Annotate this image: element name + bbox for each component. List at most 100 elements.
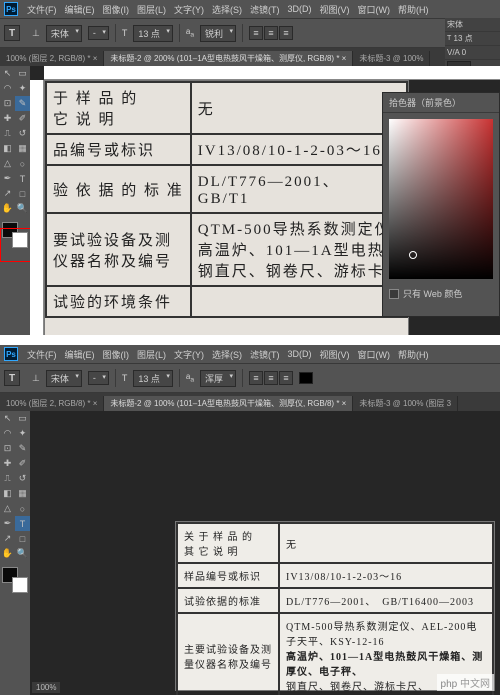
menu-type[interactable]: 文字(Y) [171,348,207,361]
font-size-dropdown[interactable]: 13 点 [133,370,173,387]
align-center-icon[interactable]: ≡ [264,371,278,385]
type-tool[interactable]: T [15,516,30,531]
zoom-tool[interactable]: 🔍 [15,546,30,561]
crop-tool[interactable]: ⊡ [0,441,15,456]
move-tool[interactable]: ↖ [0,66,15,81]
menu-bar: Ps 文件(F) 编辑(E) 图像(I) 图层(L) 文字(Y) 选择(S) 滤… [0,345,500,363]
eraser-tool[interactable]: ◧ [0,486,15,501]
wand-tool[interactable]: ✦ [15,81,30,96]
align-right-icon[interactable]: ≡ [279,26,293,40]
path-tool[interactable]: ↗ [0,186,15,201]
document-tab-2[interactable]: 未标题-3 @ 100% (图层 3 [353,396,458,411]
menu-help[interactable]: 帮助(H) [395,3,432,16]
document-tab-0[interactable]: 100% (图层 2, RGB/8) * × [0,51,104,66]
ruler-vertical [30,80,44,335]
pen-tool[interactable]: ✒ [0,171,15,186]
menu-filter[interactable]: 滤镜(T) [247,3,283,16]
menu-filter[interactable]: 滤镜(T) [247,348,283,361]
brush-tool[interactable]: ✐ [15,111,30,126]
font-size-dropdown[interactable]: 13 点 [133,25,173,42]
document-tab-2[interactable]: 未标题-3 @ 100% [353,51,430,66]
menu-image[interactable]: 图像(I) [100,348,133,361]
menu-window[interactable]: 窗口(W) [355,348,394,361]
heal-tool[interactable]: ✚ [0,111,15,126]
wand-tool[interactable]: ✦ [15,426,30,441]
font-style-dropdown[interactable]: - [88,371,109,385]
menu-file[interactable]: 文件(F) [24,3,60,16]
antialias-dropdown[interactable]: 锐利 [200,25,236,42]
antialias-dropdown2[interactable]: 浑厚 [200,370,236,387]
menu-image[interactable]: 图像(I) [100,3,133,16]
menu-select[interactable]: 选择(S) [209,348,245,361]
shape-tool[interactable]: □ [15,531,30,546]
lasso-tool[interactable]: ◠ [0,426,15,441]
eyedropper-tool[interactable]: ✎ [15,441,30,456]
color-field[interactable] [389,119,493,279]
eyedropper-tool[interactable]: ✎ [15,96,30,111]
align-left-icon[interactable]: ≡ [249,371,263,385]
text-align-buttons[interactable]: ≡ ≡ ≡ [249,26,293,40]
stamp-tool[interactable]: ⎍ [0,471,15,486]
menu-window[interactable]: 窗口(W) [355,3,394,16]
stamp-tool[interactable]: ⎍ [0,126,15,141]
lasso-tool[interactable]: ◠ [0,81,15,96]
font-family-dropdown[interactable]: 宋体 [46,25,82,42]
annotation-highlight [0,228,32,262]
menu-layer[interactable]: 图层(L) [134,3,169,16]
history-brush-tool[interactable]: ↺ [15,126,30,141]
hand-tool[interactable]: ✋ [0,201,15,216]
menu-3d[interactable]: 3D(D) [285,4,315,14]
hand-tool[interactable]: ✋ [0,546,15,561]
marquee-tool[interactable]: ▭ [15,66,30,81]
text-color-swatch[interactable] [299,372,313,384]
document-tab-1[interactable]: 未标题-2 @ 200% (101–1A型电热鼓风干燥箱、测厚仪, RGB/8)… [104,51,353,66]
toolbox: ↖ ▭ ◠ ✦ ⊡ ✎ ✚ ✐ ⎍ ↺ ◧ ▦ △ ○ ✒ T ↗ □ ✋ 🔍 [0,66,30,250]
document-table: 于 样 品 的它 说 明 无 品编号或标识 IV13/08/10-1-2-03～… [45,81,408,318]
menu-layer[interactable]: 图层(L) [134,348,169,361]
document-tab-0[interactable]: 100% (图层 2, RGB/8) * × [0,396,104,411]
align-right-icon[interactable]: ≡ [279,371,293,385]
dodge-tool[interactable]: ○ [15,501,30,516]
color-picker-dialog[interactable]: 拾色器（前景色） 只有 Web 颜色 [382,92,500,317]
align-center-icon[interactable]: ≡ [264,26,278,40]
marquee-tool[interactable]: ▭ [15,411,30,426]
blur-tool[interactable]: △ [0,156,15,171]
color-swatches[interactable] [0,565,30,595]
heal-tool[interactable]: ✚ [0,456,15,471]
pen-tool[interactable]: ✒ [0,516,15,531]
color-selection-ring-icon[interactable] [409,251,417,259]
eraser-tool[interactable]: ◧ [0,141,15,156]
gradient-tool[interactable]: ▦ [15,486,30,501]
menu-help[interactable]: 帮助(H) [395,348,432,361]
menu-type[interactable]: 文字(Y) [171,3,207,16]
type-tool[interactable]: T [15,171,30,186]
dodge-tool[interactable]: ○ [15,156,30,171]
menu-edit[interactable]: 编辑(E) [62,3,98,16]
menu-select[interactable]: 选择(S) [209,3,245,16]
document-tab-1[interactable]: 未标题-2 @ 100% (101–1A型电热鼓风干燥箱、测厚仪, RGB/8)… [104,396,353,411]
font-style-dropdown[interactable]: - [88,26,109,40]
menu-edit[interactable]: 编辑(E) [62,348,98,361]
menu-3d[interactable]: 3D(D) [285,349,315,359]
font-family-dropdown[interactable]: 宋体 [46,370,82,387]
history-brush-tool[interactable]: ↺ [15,471,30,486]
crop-tool[interactable]: ⊡ [0,96,15,111]
menu-file[interactable]: 文件(F) [24,348,60,361]
web-colors-checkbox[interactable] [389,289,399,299]
document-canvas[interactable]: 于 样 品 的它 说 明 无 品编号或标识 IV13/08/10-1-2-03～… [44,80,409,335]
document-canvas[interactable]: 关 于 样 品 的其 它 说 明 无 样品编号或标识 IV13/08/10-1-… [175,521,495,691]
gradient-tool[interactable]: ▦ [15,141,30,156]
path-tool[interactable]: ↗ [0,531,15,546]
blur-tool[interactable]: △ [0,501,15,516]
photoshop-logo-icon: Ps [4,2,18,16]
text-align-buttons[interactable]: ≡ ≡ ≡ [249,371,293,385]
move-tool[interactable]: ↖ [0,411,15,426]
shape-tool[interactable]: □ [15,186,30,201]
menu-view[interactable]: 视图(V) [317,348,353,361]
zoom-tool[interactable]: 🔍 [15,201,30,216]
zoom-status[interactable]: 100% [32,682,60,693]
brush-tool[interactable]: ✐ [15,456,30,471]
background-color-swatch[interactable] [12,577,28,593]
align-left-icon[interactable]: ≡ [249,26,263,40]
menu-view[interactable]: 视图(V) [317,3,353,16]
